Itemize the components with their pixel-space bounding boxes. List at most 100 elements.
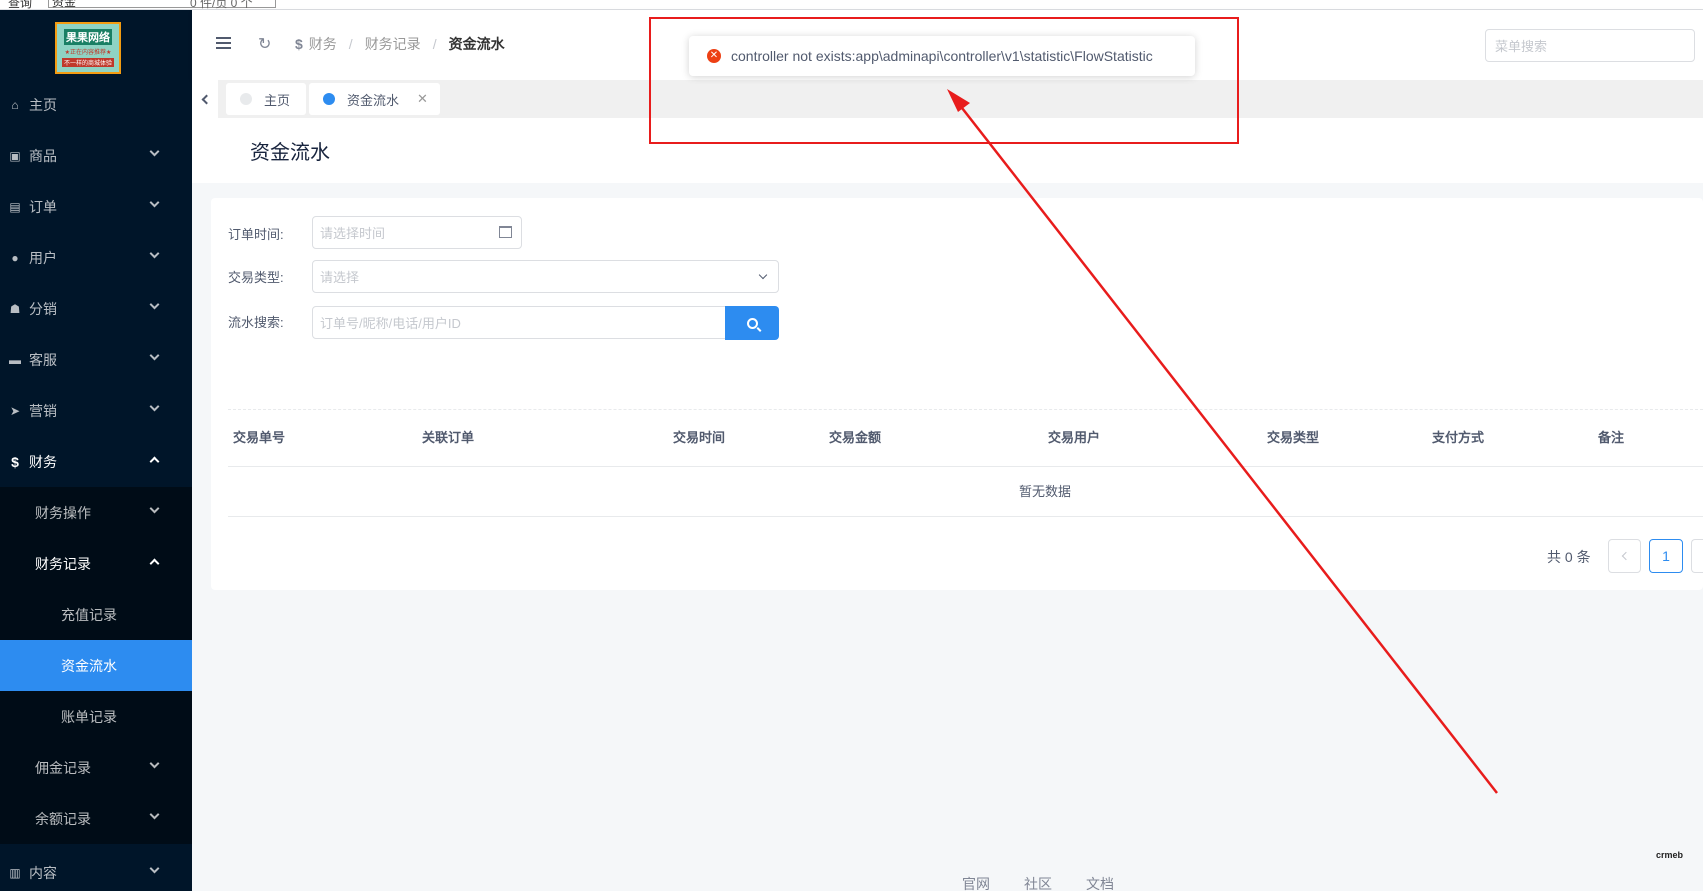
sidebar-item-label: 佣金记录 (35, 759, 91, 776)
flow-search-placeholder: 订单号/昵称/电话/用户ID (320, 316, 461, 331)
close-icon[interactable]: ✕ (417, 91, 428, 107)
refresh-icon[interactable]: ↻ (258, 34, 271, 54)
page-title: 资金流水 (250, 142, 330, 164)
logo-title: 果果网络 (64, 29, 112, 45)
pagination-total: 共 0 条 (1547, 549, 1591, 565)
pagination-prev-button[interactable] (1608, 539, 1641, 573)
sidebar-item-content[interactable]: ▥ 内容 (0, 847, 192, 891)
sidebar-item-label: 内容 (29, 864, 57, 881)
tab-label: 资金流水 (347, 92, 400, 108)
sidebar-item-finance-ops[interactable]: 财务操作 (0, 487, 192, 538)
flow-search-input[interactable]: 订单号/昵称/电话/用户ID (312, 306, 726, 339)
sidebar-item-finance[interactable]: $ 财务 (0, 436, 192, 487)
column-header: 交易金额 (829, 430, 882, 445)
sidebar-item-distribution[interactable]: ☗ 分销 (0, 283, 192, 334)
top-right-text: 0 件/页 0 个 (190, 0, 253, 10)
chat-icon: ▬ (9, 352, 21, 367)
divider (228, 409, 1703, 410)
table-bottom-divider (228, 516, 1703, 517)
column-header: 交易时间 (673, 430, 726, 445)
logo-line2: ★正在内容推荐★ (64, 50, 112, 56)
column-header: 支付方式 (1432, 430, 1485, 445)
dollar-icon: $ (295, 36, 303, 52)
tab-home[interactable]: 主页 (226, 83, 306, 115)
sidebar-item-label: 商品 (29, 147, 57, 164)
chevron-left-icon (201, 94, 212, 104)
sidebar: 果果网络 ★正在内容推荐★ 不一样的商城体验 ⌂ 主页 ▣ 商品 ▤ 订单 ● … (0, 10, 192, 891)
book-icon: ▥ (9, 865, 21, 880)
sidebar-item-label: 余额记录 (35, 810, 91, 827)
user-icon: ● (11, 250, 19, 265)
sidebar-item-recharge-records[interactable]: 充值记录 (0, 589, 192, 640)
breadcrumb-item[interactable]: 财务记录 (365, 34, 421, 54)
tabs-back-button[interactable] (192, 80, 218, 118)
cart-icon: ▤ (9, 199, 21, 214)
table-header-divider (228, 466, 1703, 467)
column-header: 备注 (1598, 430, 1625, 445)
footer-link[interactable]: 官网 (962, 874, 990, 891)
tab-label: 主页 (264, 92, 291, 108)
menu-search-input[interactable]: 菜单搜索 (1485, 29, 1695, 62)
chevron-down-icon (758, 270, 768, 280)
top-clipped-strip: 查询 资金 0 件/页 0 个 (0, 0, 1703, 10)
pagination-page[interactable]: 1 (1649, 539, 1683, 573)
logo[interactable]: 果果网络 ★正在内容推荐★ 不一样的商城体验 (55, 22, 121, 74)
filter-table-card: 订单时间: 请选择时间 交易类型: 请选择 流水搜索: 订单号/昵称/电话/用户… (211, 198, 1703, 590)
pagination-next-button[interactable] (1691, 539, 1703, 573)
chevron-down-icon (149, 503, 160, 514)
sidebar-item-label: 财务 (29, 453, 57, 470)
calendar-icon (499, 226, 512, 238)
search-button[interactable] (725, 306, 779, 340)
watermark: crmeb (1656, 850, 1684, 860)
sidebar-item-home[interactable]: ⌂ 主页 (0, 79, 192, 130)
column-header: 交易单号 (233, 430, 286, 445)
sidebar-item-commission-records[interactable]: 佣金记录 (0, 742, 192, 793)
sidebar-item-fund-flow[interactable]: 资金流水 (0, 640, 192, 691)
trade-type-label: 交易类型: (228, 270, 284, 285)
menu-collapse-icon[interactable] (216, 37, 231, 49)
chevron-down-icon (149, 248, 160, 259)
sidebar-item-products[interactable]: ▣ 商品 (0, 130, 192, 181)
footer-link[interactable]: 社区 (1024, 874, 1052, 891)
sidebar-item-orders[interactable]: ▤ 订单 (0, 181, 192, 232)
footer-link[interactable]: 文档 (1086, 874, 1114, 891)
order-time-label: 订单时间: (228, 227, 284, 242)
sidebar-item-service[interactable]: ▬ 客服 (0, 334, 192, 385)
chevron-down-icon (149, 299, 160, 310)
sidebar-item-label: 营销 (29, 402, 57, 419)
breadcrumb: $ 财务 / 财务记录 / 资金流水 (295, 34, 505, 54)
tab-fund-flow[interactable]: 资金流水 ✕ (309, 83, 440, 115)
sidebar-item-label: 用户 (29, 249, 57, 266)
chevron-down-icon (149, 146, 160, 157)
logo-line3: 不一样的商城体验 (61, 58, 114, 67)
dollar-icon: $ (11, 453, 19, 470)
tab-dot (240, 93, 252, 105)
breadcrumb-item[interactable]: 财务 (309, 34, 337, 54)
chevron-up-icon (149, 558, 160, 569)
order-time-picker[interactable]: 请选择时间 (312, 216, 522, 249)
chevron-down-icon (149, 758, 160, 769)
chevron-down-icon (149, 197, 160, 208)
sidebar-item-label: 账单记录 (61, 708, 117, 725)
sidebar-item-users[interactable]: ● 用户 (0, 232, 192, 283)
trade-type-placeholder: 请选择 (320, 270, 360, 285)
breadcrumb-separator: / (432, 36, 437, 52)
sidebar-item-balance-records[interactable]: 余额记录 (0, 793, 192, 844)
sidebar-item-marketing[interactable]: ➤ 营销 (0, 385, 192, 436)
flow-search-label: 流水搜索: (228, 315, 284, 330)
chevron-down-icon (149, 401, 160, 412)
top-label: 查询 (8, 0, 33, 10)
send-icon: ➤ (9, 403, 21, 418)
sidebar-item-label: 财务记录 (35, 555, 91, 572)
sidebar-item-bill-records[interactable]: 账单记录 (0, 691, 192, 742)
error-message: controller not exists:app\adminapi\contr… (731, 48, 1153, 64)
sidebar-item-label: 主页 (29, 96, 57, 113)
column-header: 关联订单 (422, 430, 475, 445)
footer-links: 官网 社区 文档 (962, 874, 1148, 891)
sidebar-item-finance-records[interactable]: 财务记录 (0, 538, 192, 589)
error-toast: ✕ controller not exists:app\adminapi\con… (689, 36, 1195, 76)
chevron-down-icon (149, 863, 160, 874)
shopping-bag-icon: ▣ (9, 148, 21, 163)
trade-type-select[interactable]: 请选择 (312, 260, 779, 293)
sidebar-item-label: 客服 (29, 351, 57, 368)
